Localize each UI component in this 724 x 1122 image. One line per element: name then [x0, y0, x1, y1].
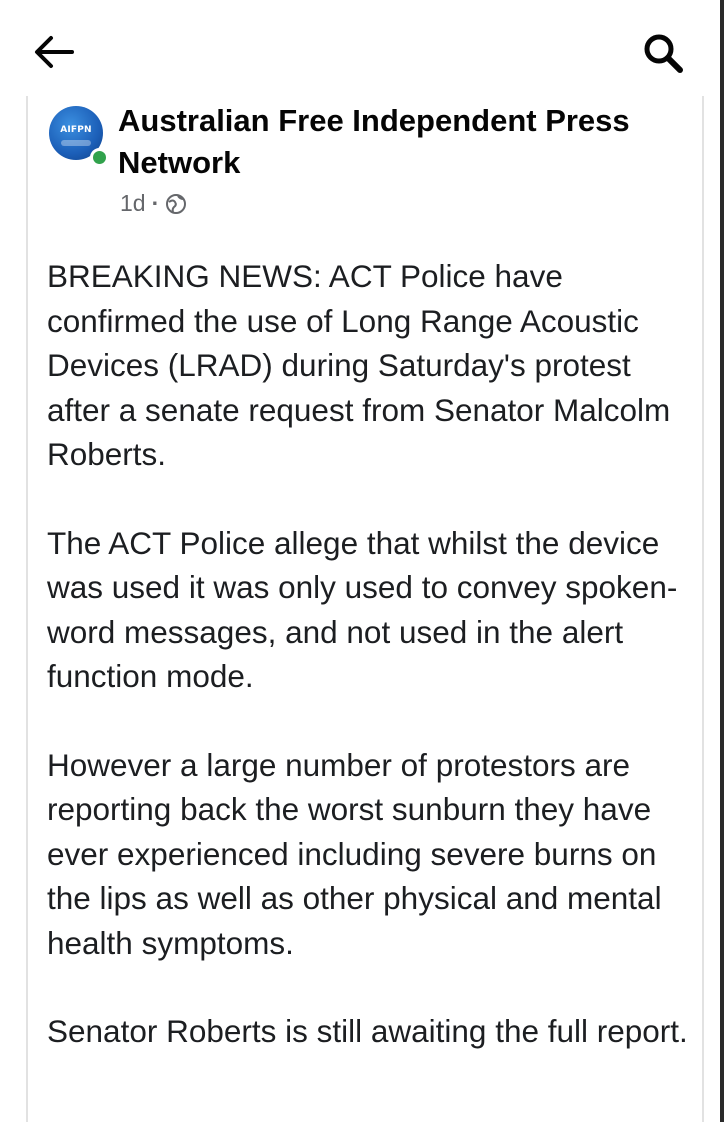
post-border-right — [702, 96, 704, 1122]
frame-edge — [720, 0, 724, 1122]
back-button[interactable] — [28, 26, 80, 78]
post-paragraph: BREAKING NEWS: ACT Police have confirmed… — [47, 258, 671, 472]
search-button[interactable] — [636, 26, 692, 82]
post-paragraph: Senator Roberts is still awaiting the fu… — [47, 1013, 688, 1049]
avatar-logo-swoosh — [61, 140, 91, 146]
post-header: AIFPN Australian Free Independent Press … — [46, 100, 696, 230]
post-border-left — [26, 96, 28, 1122]
meta-separator: · — [151, 190, 160, 216]
page-name-link[interactable]: Australian Free Independent Press Networ… — [118, 100, 688, 184]
globe-icon — [165, 193, 187, 215]
search-icon — [644, 34, 683, 73]
post-paragraph: However a large number of protestors are… — [47, 746, 662, 961]
post-paragraph: The ACT Police allege that whilst the de… — [47, 524, 678, 695]
top-bar — [0, 0, 720, 96]
arrow-left-icon — [35, 36, 74, 68]
online-status-dot — [90, 148, 109, 167]
avatar[interactable]: AIFPN — [49, 106, 109, 167]
post-meta: 1d · — [120, 190, 187, 217]
post-text: BREAKING NEWS: ACT Police have confirmed… — [47, 254, 697, 1098]
avatar-logo-text: AIFPN — [60, 125, 92, 135]
post-timestamp[interactable]: 1d — [120, 190, 146, 217]
